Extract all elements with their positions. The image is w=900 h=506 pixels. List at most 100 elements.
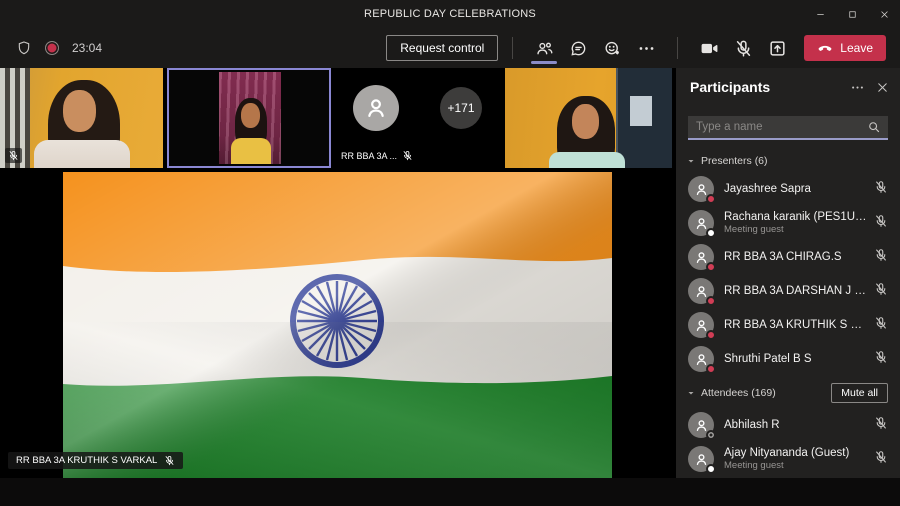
search-icon[interactable]	[867, 120, 881, 134]
participants-panel: Participants Presenters (6) Jayashree Sa…	[676, 68, 900, 478]
toolbar-actions: Request control	[386, 31, 900, 65]
presence-busy-icon	[706, 364, 716, 374]
mute-toggle[interactable]	[874, 282, 888, 301]
participant-name: RR BBA 3A CHIRAG.S	[724, 251, 868, 263]
chevron-down-icon	[686, 388, 696, 398]
participant-row[interactable]: Jayashree Sapra	[676, 172, 900, 206]
participant-row[interactable]: Ajay Nityananda (Guest) Meeting guest	[676, 442, 900, 476]
mute-toggle[interactable]	[874, 450, 888, 469]
maximize-button[interactable]	[836, 0, 868, 28]
window-title: REPUBLIC DAY CELEBRATIONS	[0, 8, 900, 20]
mute-all-button[interactable]: Mute all	[831, 383, 888, 403]
search-input[interactable]	[688, 121, 867, 133]
participant-name: Abhilash R	[724, 419, 868, 431]
mute-toggle[interactable]	[874, 416, 888, 435]
video-tile-participant-1[interactable]	[0, 68, 163, 168]
participant-name: Rachana karanik (PES1UG20BB2...	[724, 211, 868, 223]
close-panel-icon[interactable]	[875, 80, 890, 95]
avatar	[353, 85, 399, 131]
participant-row[interactable]: RR BBA 3A CHIRAG.S	[676, 240, 900, 274]
muted-badge	[5, 148, 22, 163]
video-tile-audio-only[interactable]: RR BBA 3A ...	[335, 68, 416, 168]
mic-off-icon	[734, 39, 753, 58]
tile-name-label: RR BBA 3A ...	[341, 150, 413, 161]
chat-button[interactable]	[561, 31, 595, 65]
presence-busy-icon	[706, 296, 716, 306]
share-screen-button[interactable]	[760, 31, 794, 65]
presence-guest-icon	[706, 464, 716, 474]
avatar	[688, 278, 714, 304]
background-door	[616, 68, 672, 168]
mic-off-icon	[874, 316, 888, 330]
chevron-down-icon	[686, 156, 696, 166]
tile-name-text: RR BBA 3A ...	[341, 151, 397, 161]
mute-toggle[interactable]	[874, 316, 888, 335]
teams-meeting-window: REPUBLIC DAY CELEBRATIONS 23:04 Request …	[0, 0, 900, 506]
mic-off-icon	[874, 282, 888, 296]
stage-column: RR BBA 3A ... +171	[0, 68, 672, 478]
participant-name: Ajay Nityananda (Guest)	[724, 447, 868, 459]
avatar	[688, 446, 714, 472]
shield-icon	[16, 40, 32, 56]
video-tile-overflow[interactable]: +171	[420, 68, 501, 168]
participant-name: RR BBA 3A KRUTHIK S VARKAL	[724, 319, 868, 331]
participant-silhouette	[549, 152, 625, 168]
participant-row[interactable]: Shruthi Patel B S	[676, 342, 900, 376]
request-control-button[interactable]: Request control	[386, 35, 498, 61]
person-icon	[362, 94, 390, 122]
participants-toggle-button[interactable]	[527, 31, 561, 65]
mute-toggle[interactable]	[874, 350, 888, 369]
participant-row[interactable]: Rachana karanik (PES1UG20BB2... Meeting …	[676, 206, 900, 240]
india-flag-image	[63, 172, 612, 478]
meeting-timer: 23:04	[72, 41, 102, 55]
toolbar-divider	[512, 37, 513, 59]
participant-subtitle: Meeting guest	[724, 460, 868, 471]
recording-indicator-icon	[45, 41, 59, 55]
leave-button[interactable]: Leave	[804, 35, 886, 61]
minimize-button[interactable]	[804, 0, 836, 28]
more-options-button[interactable]	[629, 31, 663, 65]
participant-search	[688, 116, 888, 140]
mic-off-icon	[164, 455, 175, 466]
presence-busy-icon	[706, 262, 716, 272]
avatar	[688, 210, 714, 236]
titlebar: REPUBLIC DAY CELEBRATIONS	[0, 0, 900, 28]
participant-row[interactable]: RR BBA 3A DARSHAN J SRINIDHI	[676, 274, 900, 308]
avatar	[688, 312, 714, 338]
participant-row[interactable]: RR BBA 3A KRUTHIK S VARKAL	[676, 308, 900, 342]
mute-toggle[interactable]	[874, 180, 888, 199]
mic-toggle-button[interactable]	[726, 31, 760, 65]
minimize-icon	[815, 9, 826, 20]
mic-off-icon	[8, 150, 19, 161]
presence-busy-icon	[706, 194, 716, 204]
mute-toggle[interactable]	[874, 248, 888, 267]
presence-guest-icon	[706, 228, 716, 238]
mic-off-icon	[874, 180, 888, 194]
more-icon[interactable]	[850, 80, 865, 95]
leave-label: Leave	[840, 41, 873, 55]
close-button[interactable]	[868, 0, 900, 28]
main-stage[interactable]: RR BBA 3A KRUTHIK S VARKAL	[0, 171, 672, 478]
mic-off-icon	[874, 416, 888, 430]
hang-up-icon	[817, 40, 833, 56]
meeting-status-group: 23:04	[16, 40, 102, 56]
presenters-section-header[interactable]: Presenters (6)	[676, 148, 900, 172]
avatar	[688, 346, 714, 372]
camera-toggle-button[interactable]	[692, 31, 726, 65]
mute-toggle[interactable]	[874, 214, 888, 233]
attendees-section-header[interactable]: Attendees (169) Mute all	[676, 376, 900, 408]
close-icon	[879, 9, 890, 20]
video-tile-active-speaker[interactable]	[167, 68, 331, 168]
people-icon	[535, 39, 554, 58]
portrait-video	[219, 72, 281, 164]
video-tile-participant-2[interactable]	[505, 68, 672, 168]
participant-name: RR BBA 3A DARSHAN J SRINIDHI	[724, 285, 868, 297]
participant-row[interactable]: Abhilash R	[676, 408, 900, 442]
video-filmstrip: RR BBA 3A ... +171	[0, 68, 672, 168]
mic-off-icon	[874, 350, 888, 364]
avatar	[688, 412, 714, 438]
reactions-button[interactable]	[595, 31, 629, 65]
meeting-content: RR BBA 3A ... +171	[0, 68, 900, 478]
overflow-count-badge: +171	[440, 87, 482, 129]
participant-silhouette	[63, 90, 96, 132]
